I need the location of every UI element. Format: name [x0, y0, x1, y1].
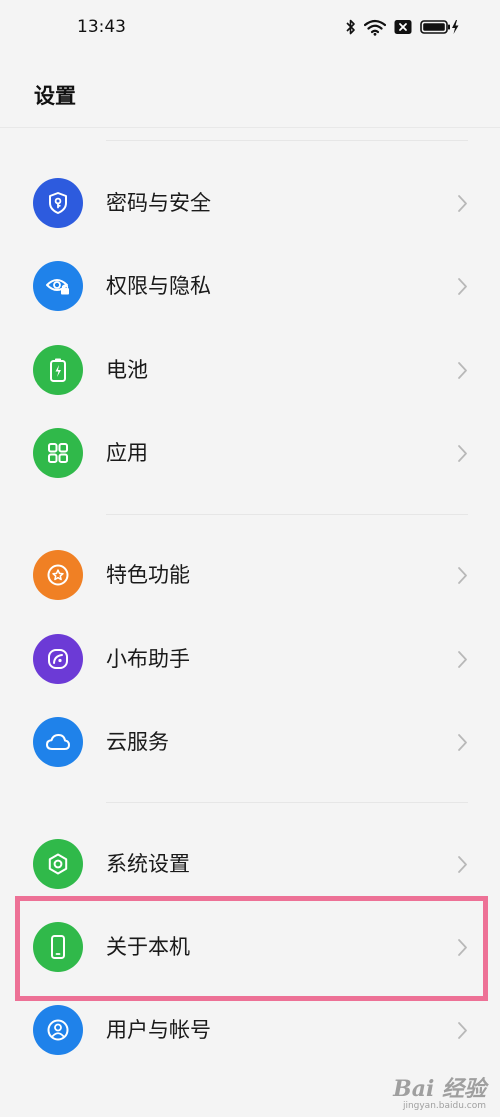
menu-item-system-settings[interactable]: 系统设置 [0, 822, 500, 906]
menu-item-permissions-privacy[interactable]: 权限与隐私 [0, 244, 500, 328]
menu-item-special-features[interactable]: 特色功能 [0, 533, 500, 617]
star-icon [45, 562, 71, 588]
watermark-logo: Bai 经验 [393, 1076, 486, 1102]
icon-circle [33, 634, 83, 684]
battery-icon [47, 356, 69, 384]
menu-item-users-accounts[interactable]: 用户与帐号 [0, 988, 500, 1072]
chevron-right-icon [457, 1021, 468, 1044]
menu-item-label: 权限与隐私 [106, 274, 211, 298]
icon-circle [33, 922, 83, 972]
status-icons [346, 18, 460, 36]
wifi-icon [364, 19, 386, 36]
icon-circle [33, 345, 83, 395]
menu-item-about-phone[interactable]: 关于本机 [0, 905, 500, 989]
chevron-right-icon [457, 277, 468, 300]
watermark-url: jingyan.baidu.com [402, 1101, 486, 1111]
page-title: 设置 [34, 84, 76, 108]
user-icon [45, 1017, 71, 1043]
eye-lock-icon [44, 273, 72, 299]
menu-item-cloud-service[interactable]: 云服务 [0, 700, 500, 784]
group-divider [106, 802, 468, 803]
menu-item-label: 云服务 [106, 730, 169, 754]
chevron-right-icon [457, 444, 468, 467]
chevron-right-icon [457, 194, 468, 217]
assistant-icon [45, 646, 71, 672]
menu-item-label: 关于本机 [106, 935, 190, 959]
apps-grid-icon [46, 441, 70, 465]
menu-item-label: 特色功能 [106, 563, 190, 587]
chevron-right-icon [457, 566, 468, 589]
shield-key-icon [45, 190, 71, 216]
title-divider [0, 127, 500, 128]
status-time: 13:43 [77, 17, 126, 37]
phone-icon [47, 933, 69, 961]
menu-item-battery[interactable]: 电池 [0, 328, 500, 412]
menu-item-label: 应用 [106, 441, 148, 465]
hexagon-gear-icon [45, 851, 71, 877]
menu-item-label: 用户与帐号 [106, 1018, 211, 1042]
icon-circle [33, 178, 83, 228]
menu-item-password-security[interactable]: 密码与安全 [0, 161, 500, 245]
battery-charging-icon [420, 19, 460, 35]
chevron-right-icon [457, 733, 468, 756]
chevron-right-icon [457, 650, 468, 673]
chevron-right-icon [457, 855, 468, 878]
menu-item-apps[interactable]: 应用 [0, 411, 500, 495]
watermark: Bai 经验 jingyan.baidu.com [393, 1077, 486, 1111]
status-bar: 13:43 [0, 0, 500, 56]
group-divider [106, 514, 468, 515]
menu-item-assistant[interactable]: 小布助手 [0, 617, 500, 701]
chevron-right-icon [457, 361, 468, 384]
menu-item-label: 小布助手 [106, 647, 190, 671]
icon-circle [33, 717, 83, 767]
icon-circle [33, 550, 83, 600]
icon-circle [33, 261, 83, 311]
group-divider [106, 140, 468, 141]
chevron-right-icon [457, 938, 468, 961]
bluetooth-icon [346, 18, 356, 36]
cloud-icon [44, 731, 72, 753]
menu-item-label: 系统设置 [106, 852, 190, 876]
icon-circle [33, 839, 83, 889]
icon-circle [33, 428, 83, 478]
icon-circle [33, 1005, 83, 1055]
menu-item-label: 密码与安全 [106, 191, 211, 215]
menu-item-label: 电池 [106, 358, 148, 382]
sim-off-icon [394, 19, 412, 35]
